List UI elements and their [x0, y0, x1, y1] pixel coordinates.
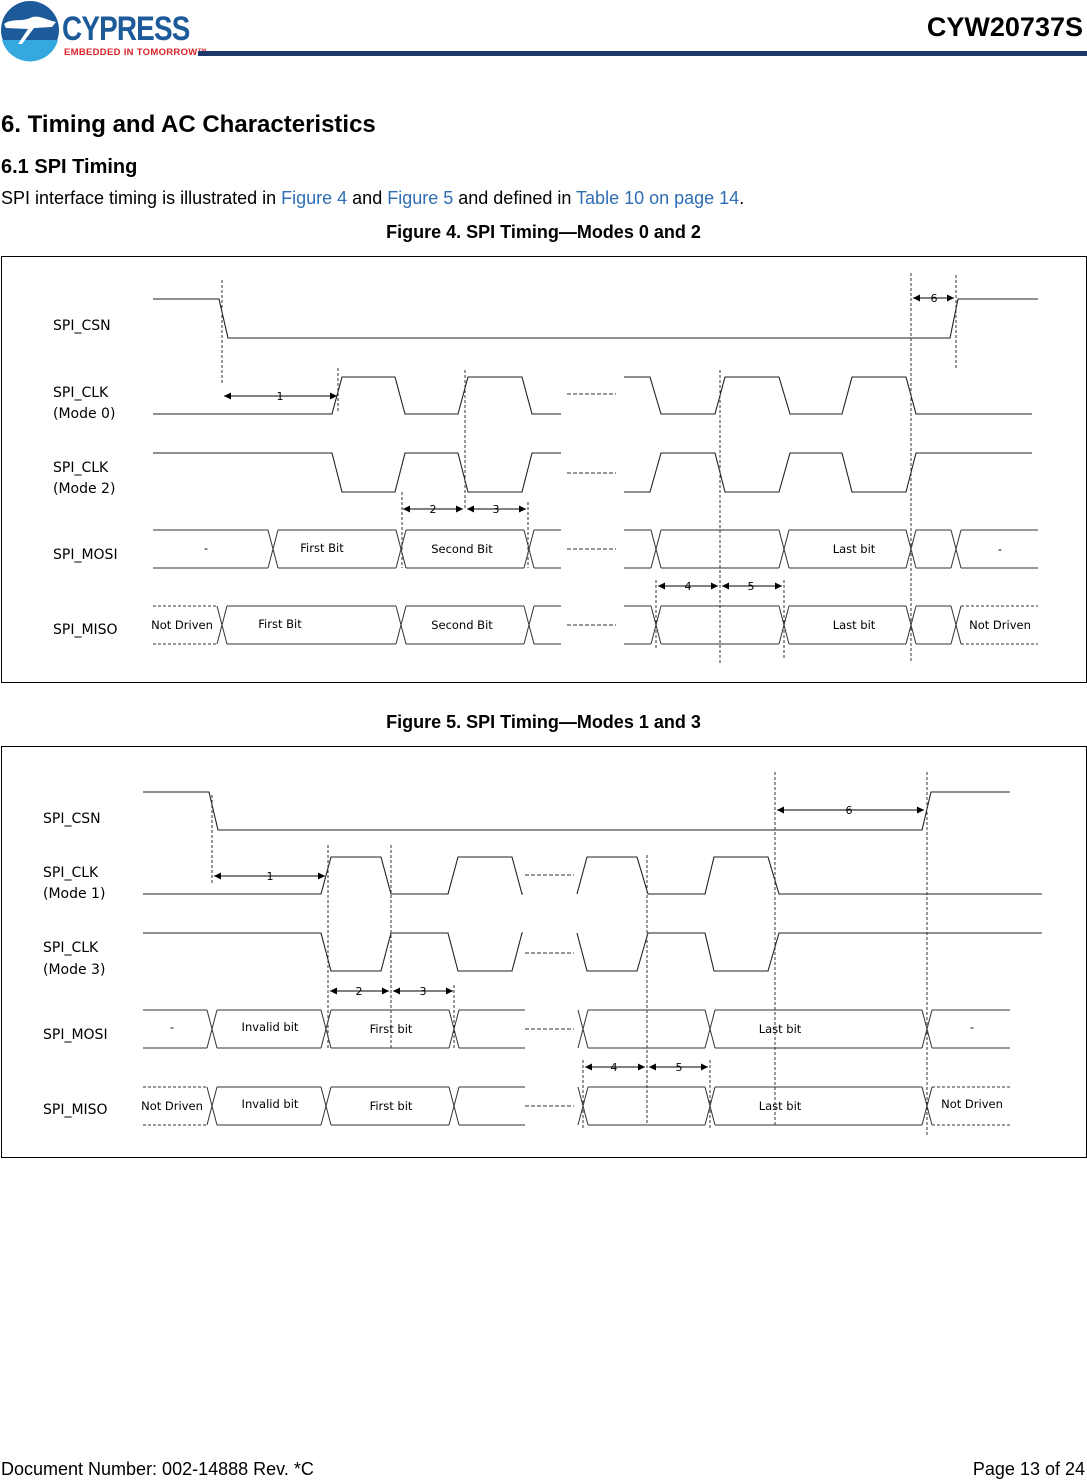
timing-marker: 3: [493, 503, 500, 516]
footer-page-number: Page 13 of 24: [972, 1459, 1085, 1479]
bit-label: Last bit: [759, 1099, 802, 1113]
signal-label-clk: SPI_CLK: [53, 385, 109, 401]
signal-label-mosi: SPI_MOSI: [53, 547, 118, 563]
bit-label: Not Driven: [941, 1097, 1003, 1111]
figure-4-labels: SPI_CSN SPI_CLK (Mode 0) SPI_CLK (Mode 2…: [53, 292, 1031, 638]
bit-label: First Bit: [300, 541, 344, 555]
signal-label-mode: (Mode 1): [43, 886, 105, 902]
spi-clk-mode2-waveform: [153, 452, 561, 493]
spi-clk-mode1-waveform: [143, 856, 523, 895]
bit-label: Not Driven: [141, 1099, 203, 1113]
bit-label: First bit: [370, 1099, 413, 1113]
signal-label-clk: SPI_CLK: [43, 865, 99, 881]
bit-label: Last bit: [833, 542, 876, 556]
footer-document-number: Document Number: 002-14888 Rev. *C: [1, 1459, 314, 1479]
signal-label-mode: (Mode 2): [53, 481, 115, 497]
spi-csn-waveform: [143, 791, 1010, 831]
signal-label-mode: (Mode 3): [43, 962, 105, 978]
timing-marker: 4: [611, 1061, 618, 1074]
spi-clk-mode3-waveform: [143, 932, 523, 972]
bit-label: Not Driven: [969, 618, 1031, 632]
bit-label: Invalid bit: [242, 1020, 299, 1034]
signal-label-csn: SPI_CSN: [43, 811, 101, 827]
bit-label: -: [170, 1020, 174, 1034]
signal-label-miso: SPI_MISO: [43, 1102, 108, 1118]
bit-label: -: [970, 1020, 974, 1034]
timing-marker: 6: [846, 804, 853, 817]
timing-marker: 4: [685, 580, 692, 593]
spi-clk-mode0-waveform: [153, 376, 561, 415]
signal-label-mosi: SPI_MOSI: [43, 1027, 108, 1043]
spi-csn-waveform: [153, 298, 1038, 339]
bit-label: Second Bit: [431, 618, 493, 632]
timing-marker: 2: [356, 985, 363, 998]
figure-5-labels: SPI_CSN SPI_CLK (Mode 1) SPI_CLK (Mode 3…: [43, 804, 1003, 1118]
timing-diagrams: SPI_CSN SPI_CLK (Mode 0) SPI_CLK (Mode 2…: [43, 273, 1042, 1135]
bit-label: -: [998, 542, 1002, 556]
bit-label: Invalid bit: [242, 1097, 299, 1111]
timing-marker: 5: [748, 580, 755, 593]
signal-label-mode: (Mode 0): [53, 406, 115, 422]
spi-clk-mode2-waveform: [624, 452, 1032, 493]
bit-label: First bit: [370, 1022, 413, 1036]
signal-label-clk: SPI_CLK: [43, 940, 99, 956]
bit-label: Last bit: [759, 1022, 802, 1036]
bit-label: Second Bit: [431, 542, 493, 556]
timing-marker: 1: [267, 870, 274, 883]
bit-label: Last bit: [833, 618, 876, 632]
timing-marker: 1: [277, 390, 284, 403]
timing-marker: 5: [676, 1061, 683, 1074]
bit-label: -: [204, 541, 208, 555]
timing-marker: 2: [430, 503, 437, 516]
bit-label: Not Driven: [151, 618, 213, 632]
signal-label-clk: SPI_CLK: [53, 460, 109, 476]
bit-label: First Bit: [258, 617, 302, 631]
timing-marker: 3: [420, 985, 427, 998]
signal-label-csn: SPI_CSN: [53, 318, 111, 334]
signal-label-miso: SPI_MISO: [53, 622, 118, 638]
timing-marker: 6: [931, 292, 938, 305]
spi-clk-mode0-waveform: [624, 376, 1032, 415]
